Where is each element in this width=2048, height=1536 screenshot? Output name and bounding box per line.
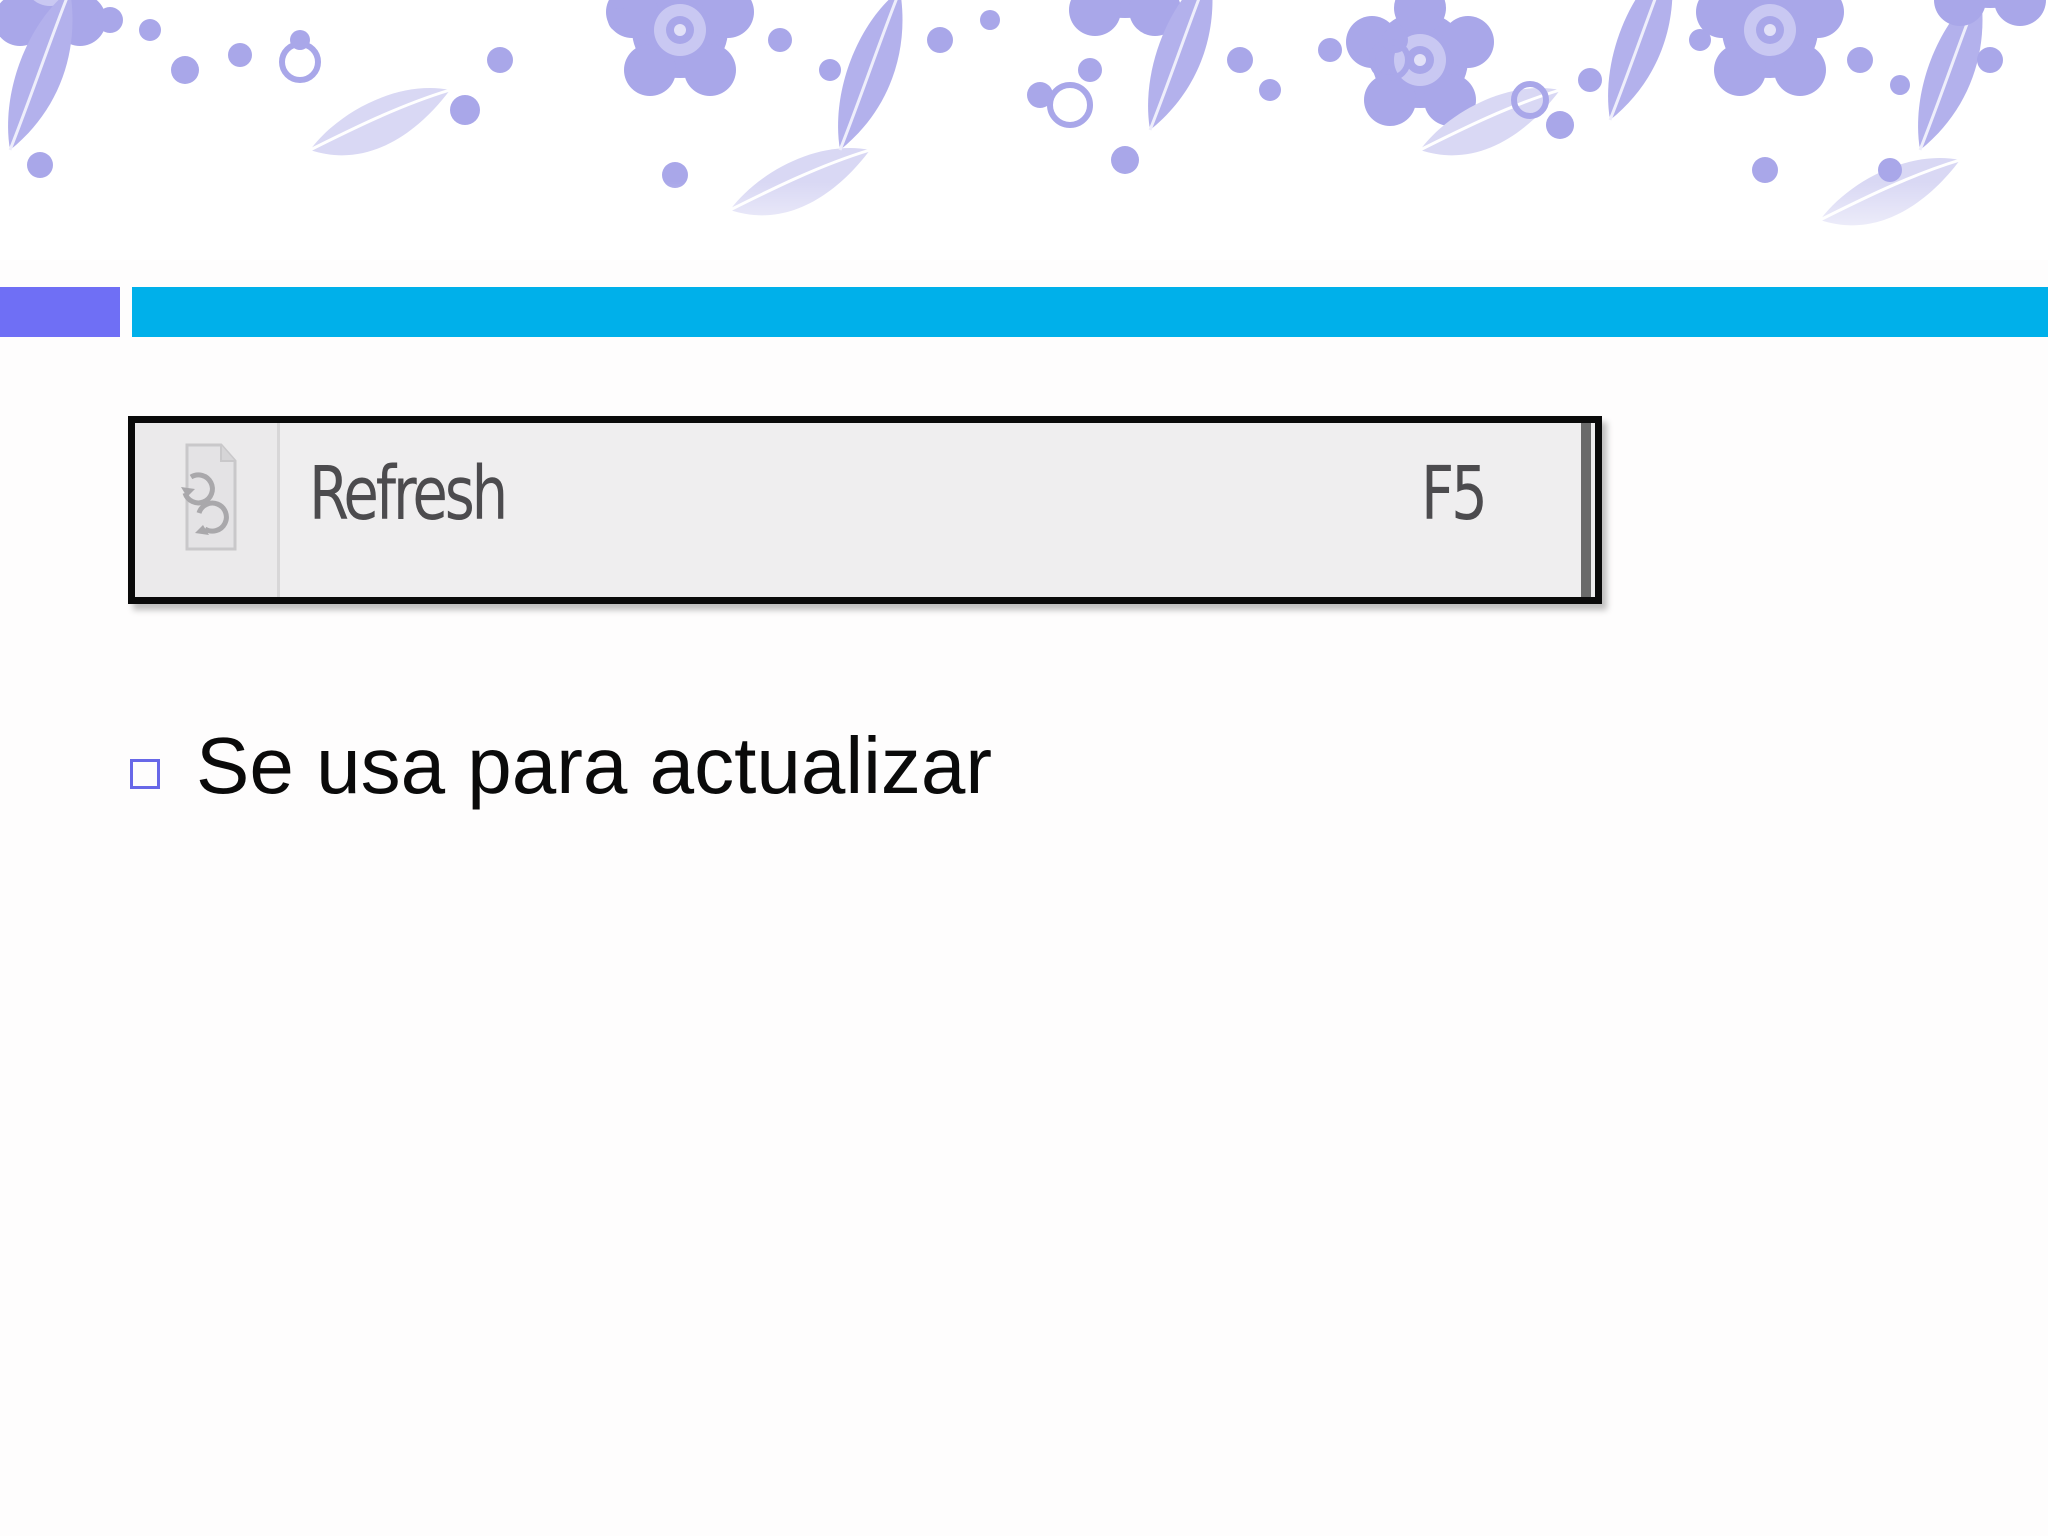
bullet-text: Se usa para actualizar: [196, 721, 993, 810]
bullet-square-icon: [130, 759, 160, 789]
floral-header-banner: [0, 0, 2048, 260]
menu-item-shortcut: F5: [1421, 451, 1488, 537]
menu-icon-gutter: [135, 423, 280, 597]
refresh-page-icon: [181, 443, 237, 551]
accent-bar-purple: [0, 287, 120, 337]
menu-item-label: Refresh: [309, 451, 508, 537]
refresh-menu-item-screenshot: Refresh F5: [128, 416, 1602, 604]
floral-pattern: [0, 0, 2048, 260]
accent-bar-blue: [132, 287, 2048, 337]
menu-right-edge: [1581, 423, 1591, 597]
